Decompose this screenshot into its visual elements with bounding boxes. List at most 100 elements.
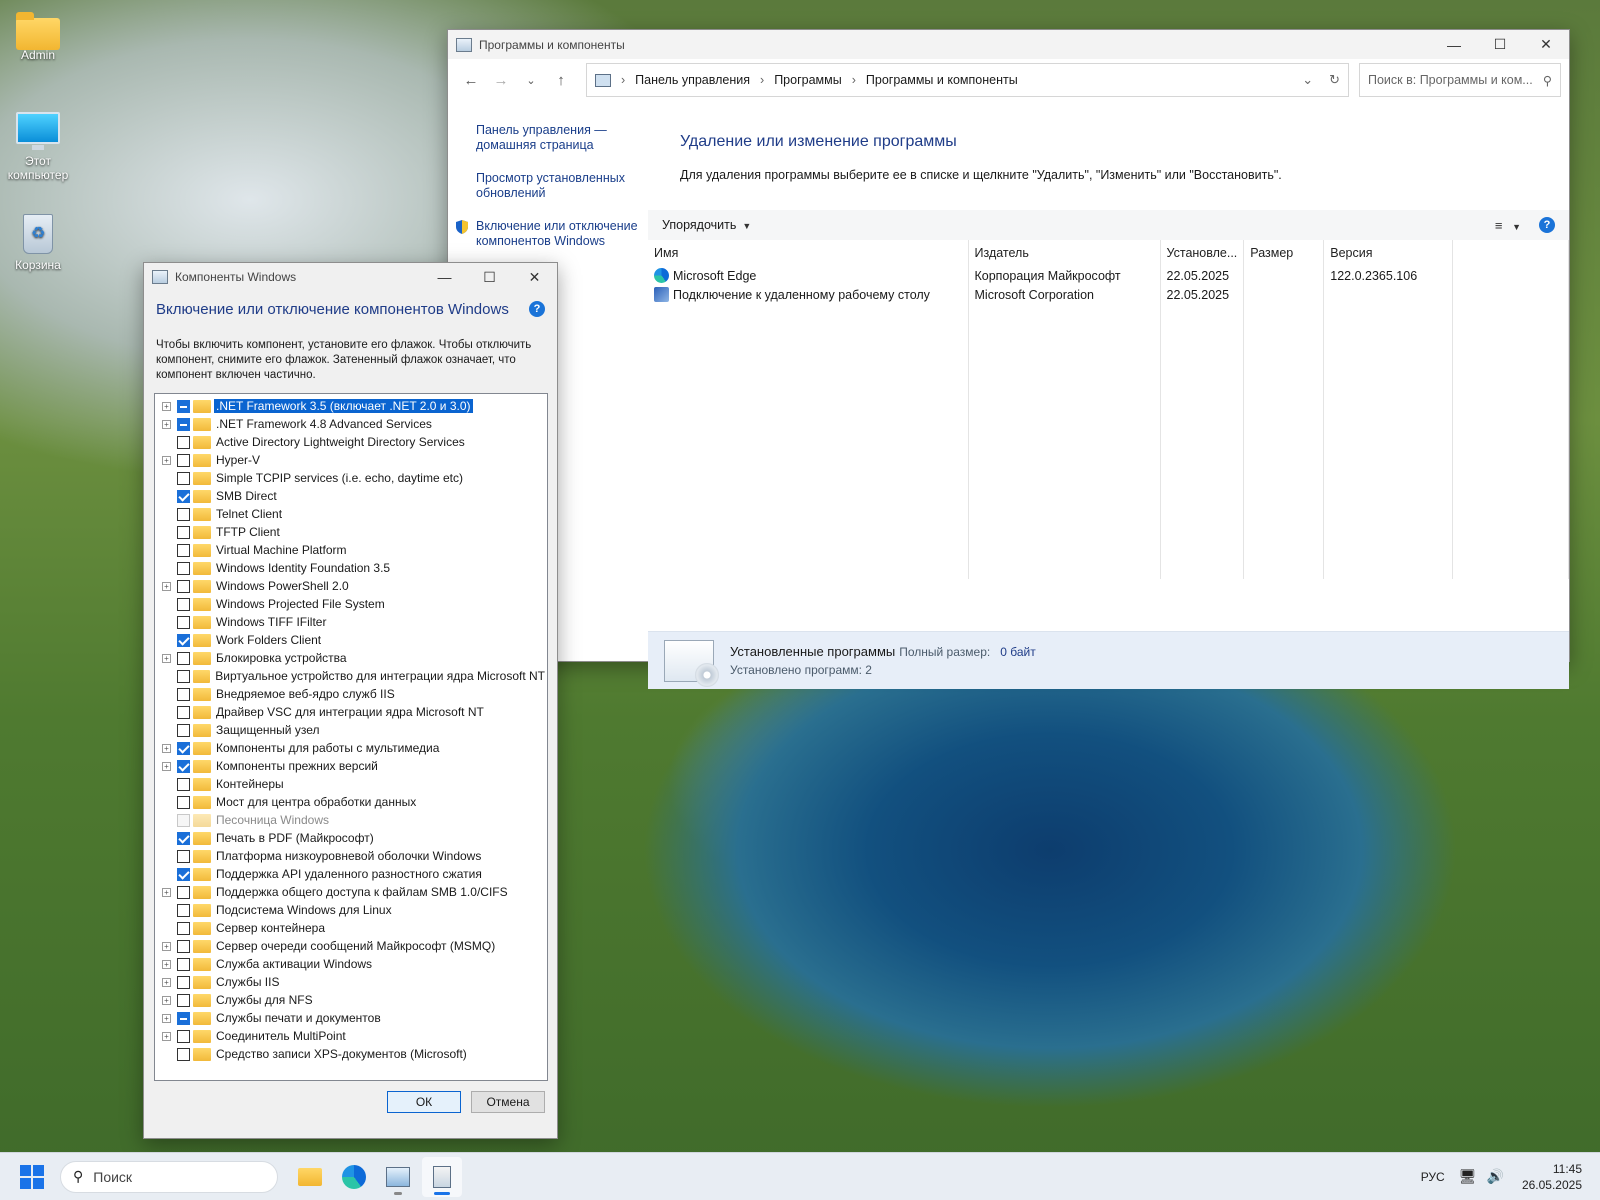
expand-plus-icon[interactable]: +	[162, 653, 171, 663]
feature-checkbox[interactable]	[177, 795, 190, 809]
expand-plus-icon[interactable]: +	[162, 581, 171, 591]
volume-icon[interactable]: 🔊	[1487, 1168, 1504, 1185]
feature-checkbox[interactable]	[177, 867, 190, 881]
desktop-icon-admin[interactable]: Admin	[0, 12, 76, 62]
breadcrumb-programs-and-features[interactable]: Программы и компоненты	[866, 73, 1018, 87]
network-icon[interactable]: 🖥	[1459, 1168, 1477, 1185]
feature-checkbox[interactable]	[177, 849, 190, 863]
taskbar-edge[interactable]	[334, 1157, 374, 1197]
feature-tree-item[interactable]: + .NET Framework 3.5 (включает .NET 2.0 и…	[155, 397, 547, 415]
taskbar-windows-features[interactable]	[422, 1156, 462, 1197]
feature-checkbox[interactable]	[177, 723, 190, 737]
feature-checkbox[interactable]	[177, 399, 190, 413]
ok-button[interactable]: ОК	[387, 1091, 461, 1113]
feature-tree-item[interactable]: Work Folders Client	[155, 631, 547, 649]
feature-checkbox[interactable]	[177, 453, 190, 467]
feature-tree-item[interactable]: Active Directory Lightweight Directory S…	[155, 433, 547, 451]
column-header-version[interactable]: Версия	[1323, 240, 1454, 266]
feature-tree-item[interactable]: Windows Identity Foundation 3.5	[155, 559, 547, 577]
feature-tree-item[interactable]: Поддержка API удаленного разностного сжа…	[155, 865, 547, 883]
features-tree[interactable]: + .NET Framework 3.5 (включает .NET 2.0 и…	[154, 393, 548, 1081]
search-input[interactable]: Поиск в: Программы и ком... ⚲	[1359, 63, 1561, 97]
feature-checkbox[interactable]	[177, 1047, 190, 1061]
taskbar-file-explorer[interactable]	[290, 1157, 330, 1197]
feature-checkbox[interactable]	[177, 507, 190, 521]
table-row[interactable]: Microsoft Edge Корпорация Майкрософт 22.…	[648, 266, 1569, 285]
feature-checkbox[interactable]	[177, 939, 190, 953]
taskbar-control-panel[interactable]	[378, 1157, 418, 1197]
expand-plus-icon[interactable]: +	[162, 995, 171, 1005]
feature-tree-item[interactable]: Песочница Windows	[155, 811, 547, 829]
feature-checkbox[interactable]	[177, 975, 190, 989]
minimize-button[interactable]: —	[422, 262, 467, 292]
expand-plus-icon[interactable]: +	[162, 887, 171, 897]
titlebar[interactable]: Компоненты Windows — ☐ ✕	[144, 263, 557, 291]
feature-tree-item[interactable]: + Компоненты для работы с мультимедиа	[155, 739, 547, 757]
close-button[interactable]: ✕	[1523, 30, 1569, 60]
desktop-icon-this-pc[interactable]: Этот компьютер	[0, 112, 76, 182]
feature-checkbox[interactable]	[177, 417, 190, 431]
feature-tree-item[interactable]: Virtual Machine Platform	[155, 541, 547, 559]
column-header-installed[interactable]: Установле...	[1160, 240, 1245, 266]
feature-tree-item[interactable]: + Служба активации Windows	[155, 955, 547, 973]
feature-checkbox[interactable]	[177, 471, 190, 485]
control-panel-home-link[interactable]: Панель управления — домашняя страница	[476, 123, 611, 153]
feature-checkbox[interactable]	[177, 525, 190, 539]
start-button[interactable]	[20, 1164, 44, 1189]
feature-tree-item[interactable]: Контейнеры	[155, 775, 547, 793]
feature-checkbox[interactable]	[177, 489, 190, 503]
feature-tree-item[interactable]: Сервер контейнера	[155, 919, 547, 937]
feature-checkbox[interactable]	[177, 633, 190, 647]
address-dropdown-chevron-icon[interactable]: ⌄	[1302, 72, 1313, 88]
feature-checkbox[interactable]	[177, 543, 190, 557]
feature-checkbox[interactable]	[177, 615, 190, 629]
expand-plus-icon[interactable]: +	[162, 743, 171, 753]
view-options-icon[interactable]: ≡ ▼	[1495, 218, 1521, 233]
feature-tree-item[interactable]: + Соединитель MultiPoint	[155, 1027, 547, 1045]
feature-tree-item[interactable]: + Службы IIS	[155, 973, 547, 991]
feature-checkbox[interactable]	[177, 885, 190, 899]
desktop-icon-recycle-bin[interactable]: Корзина	[0, 214, 76, 272]
feature-tree-item[interactable]: + .NET Framework 4.8 Advanced Services	[155, 415, 547, 433]
feature-checkbox[interactable]	[177, 687, 190, 701]
expand-plus-icon[interactable]: +	[162, 761, 171, 771]
table-row[interactable]: Подключение к удаленному рабочему столу …	[648, 285, 1569, 304]
feature-checkbox[interactable]	[177, 831, 190, 845]
turn-windows-features-link[interactable]: Включение или отключение компонентов Win…	[476, 219, 638, 249]
feature-checkbox[interactable]	[177, 1011, 190, 1025]
feature-tree-item[interactable]: Виртуальное устройство для интеграции яд…	[155, 667, 547, 685]
feature-tree-item[interactable]: + Службы для NFS	[155, 991, 547, 1009]
recent-locations-chevron-icon[interactable]: ⌄	[516, 65, 546, 95]
feature-checkbox[interactable]	[177, 651, 190, 665]
taskbar-search-input[interactable]: ⚲ Поиск	[60, 1160, 278, 1193]
cancel-button[interactable]: Отмена	[471, 1091, 545, 1113]
feature-checkbox[interactable]	[177, 777, 190, 791]
feature-checkbox[interactable]	[177, 993, 190, 1007]
expand-plus-icon[interactable]: +	[162, 941, 171, 951]
back-arrow-icon[interactable]: ←	[456, 65, 486, 95]
close-button[interactable]: ✕	[512, 262, 557, 292]
feature-checkbox[interactable]	[177, 921, 190, 935]
feature-tree-item[interactable]: + Hyper-V	[155, 451, 547, 469]
view-installed-updates-link[interactable]: Просмотр установленных обновлений	[476, 171, 626, 201]
feature-checkbox[interactable]	[177, 903, 190, 917]
help-icon[interactable]: ?	[529, 301, 545, 317]
feature-tree-item[interactable]: Windows TIFF IFilter	[155, 613, 547, 631]
feature-tree-item[interactable]: + Сервер очереди сообщений Майкрософт (MS…	[155, 937, 547, 955]
feature-checkbox[interactable]	[177, 759, 190, 773]
breadcrumb-programs[interactable]: Программы	[774, 73, 842, 87]
feature-checkbox[interactable]	[177, 957, 190, 971]
expand-plus-icon[interactable]: +	[162, 455, 171, 465]
up-arrow-icon[interactable]: ↑	[546, 65, 576, 95]
refresh-icon[interactable]: ↻	[1329, 72, 1340, 88]
minimize-button[interactable]: —	[1431, 30, 1477, 60]
expand-plus-icon[interactable]: +	[162, 959, 171, 969]
feature-checkbox[interactable]	[177, 597, 190, 611]
feature-checkbox[interactable]	[177, 1029, 190, 1043]
feature-checkbox[interactable]	[176, 669, 190, 683]
feature-checkbox[interactable]	[177, 561, 190, 575]
feature-tree-item[interactable]: Windows Projected File System	[155, 595, 547, 613]
column-header-publisher[interactable]: Издатель	[968, 240, 1161, 266]
feature-tree-item[interactable]: Simple TCPIP services (i.e. echo, daytim…	[155, 469, 547, 487]
feature-tree-item[interactable]: Защищенный узел	[155, 721, 547, 739]
